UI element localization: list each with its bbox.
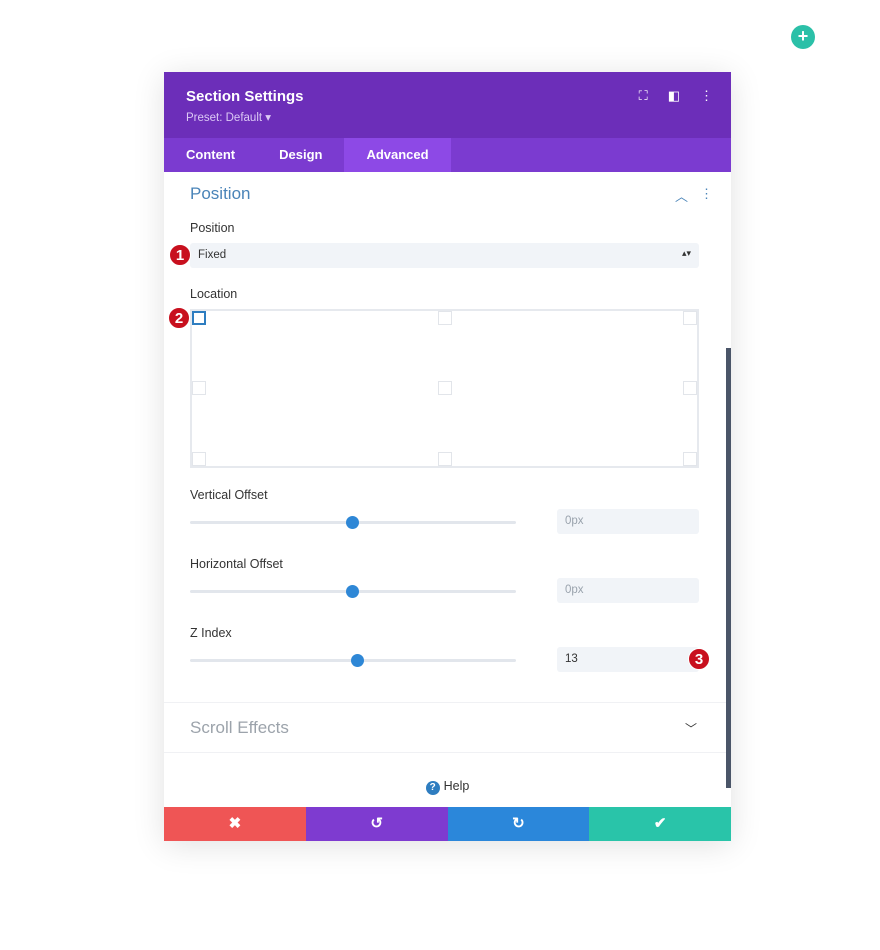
location-bottom-right[interactable] — [683, 452, 697, 466]
preset-dropdown[interactable]: Preset: Default ▾ — [186, 110, 709, 124]
horizontal-offset-input[interactable]: 0px — [557, 578, 699, 603]
slider-knob[interactable] — [351, 654, 364, 667]
position-select[interactable]: Fixed ▴▾ — [190, 243, 699, 268]
cancel-button[interactable]: ✖ — [164, 807, 306, 841]
help-link[interactable]: ? Help — [164, 779, 731, 795]
select-arrows-icon: ▴▾ — [681, 248, 691, 258]
horizontal-offset-slider[interactable] — [190, 585, 516, 598]
vertical-offset-input[interactable]: 0px — [557, 509, 699, 534]
help-icon: ? — [425, 781, 440, 795]
tab-design[interactable]: Design — [257, 138, 344, 172]
location-top-left[interactable] — [192, 311, 206, 325]
tab-advanced[interactable]: Advanced — [344, 138, 451, 172]
split-view-icon[interactable]: ◧ — [668, 88, 680, 104]
slider-knob[interactable] — [346, 516, 359, 529]
undo-button[interactable]: ↺ — [305, 807, 448, 841]
scrollbar[interactable] — [726, 348, 731, 788]
location-bottom-left[interactable] — [192, 452, 206, 466]
tab-bar: Content Design Advanced — [164, 138, 731, 172]
annotation-badge-2: 2 — [168, 307, 190, 329]
location-center[interactable] — [438, 381, 452, 395]
chevron-up-icon[interactable]: ︿ — [675, 186, 688, 205]
position-value: Fixed — [198, 249, 227, 261]
vertical-offset-label: Vertical Offset — [190, 488, 268, 502]
position-label: Position — [190, 221, 235, 235]
help-label: Help — [443, 779, 470, 793]
tab-content[interactable]: Content — [164, 138, 257, 172]
location-center-left[interactable] — [192, 381, 206, 395]
location-center-right[interactable] — [683, 381, 697, 395]
location-grid — [190, 309, 699, 468]
chevron-down-icon[interactable]: ﹀ — [685, 720, 697, 737]
annotation-badge-3: 3 — [688, 648, 710, 670]
location-label: Location — [190, 287, 238, 301]
location-top-center[interactable] — [438, 311, 452, 325]
fullscreen-icon[interactable]: ⛶ — [639, 88, 648, 104]
section-settings-modal: Section Settings Preset: Default ▾ ⛶ ◧ ⋮… — [164, 72, 731, 841]
more-options-icon[interactable]: ⋮ — [700, 88, 713, 104]
location-bottom-center[interactable] — [438, 452, 452, 466]
add-section-button[interactable]: + — [791, 25, 815, 49]
position-section-title[interactable]: Position — [190, 184, 250, 204]
vertical-offset-slider[interactable] — [190, 516, 516, 529]
redo-button[interactable]: ↻ — [447, 807, 590, 841]
modal-title: Section Settings — [186, 88, 304, 105]
horizontal-offset-label: Horizontal Offset — [190, 557, 283, 571]
annotation-badge-1: 1 — [169, 244, 191, 266]
location-top-right[interactable] — [683, 311, 697, 325]
z-index-label: Z Index — [190, 626, 232, 640]
save-button[interactable]: ✔ — [589, 807, 731, 841]
z-index-slider[interactable] — [190, 654, 516, 667]
z-index-input[interactable]: 13 — [557, 647, 699, 672]
modal-header: Section Settings Preset: Default ▾ ⛶ ◧ ⋮ — [164, 72, 731, 138]
slider-knob[interactable] — [346, 585, 359, 598]
section-options-icon[interactable]: ⋮ — [700, 186, 713, 205]
scroll-effects-title[interactable]: Scroll Effects — [190, 718, 289, 738]
